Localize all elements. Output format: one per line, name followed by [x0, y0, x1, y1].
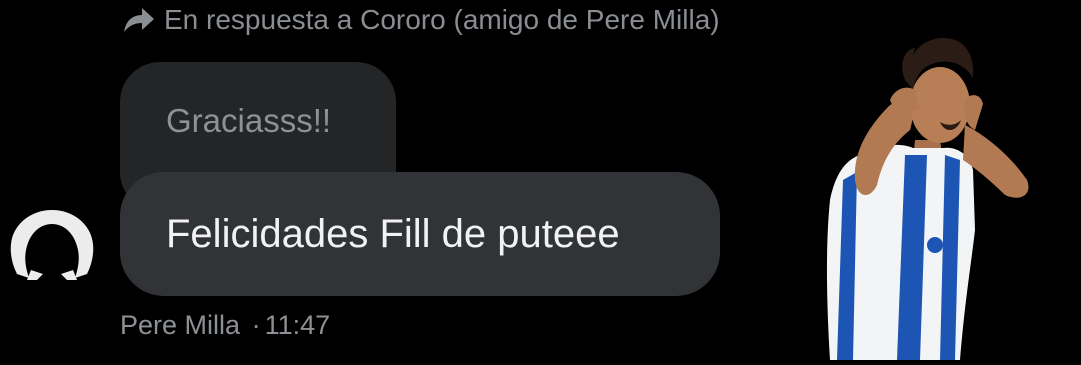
quoted-message-text: Graciasss!! — [166, 102, 332, 139]
sender-name[interactable]: Pere Milla — [120, 310, 240, 340]
player-celebration-image — [815, 30, 1040, 360]
reply-header-text: En respuesta a Cororo (amigo de Pere Mil… — [164, 4, 720, 35]
reply-arrow-icon — [120, 2, 156, 38]
message-bubble[interactable]: Felicidades Fill de puteee — [120, 172, 720, 296]
avatar[interactable] — [7, 208, 97, 280]
reply-header: En respuesta a Cororo (amigo de Pere Mil… — [120, 2, 720, 38]
message-meta: Pere Milla · 11:47 — [120, 310, 330, 341]
message-time: 11:47 — [264, 310, 331, 340]
meta-separator: · — [251, 310, 261, 340]
message-text: Felicidades Fill de puteee — [166, 212, 620, 256]
